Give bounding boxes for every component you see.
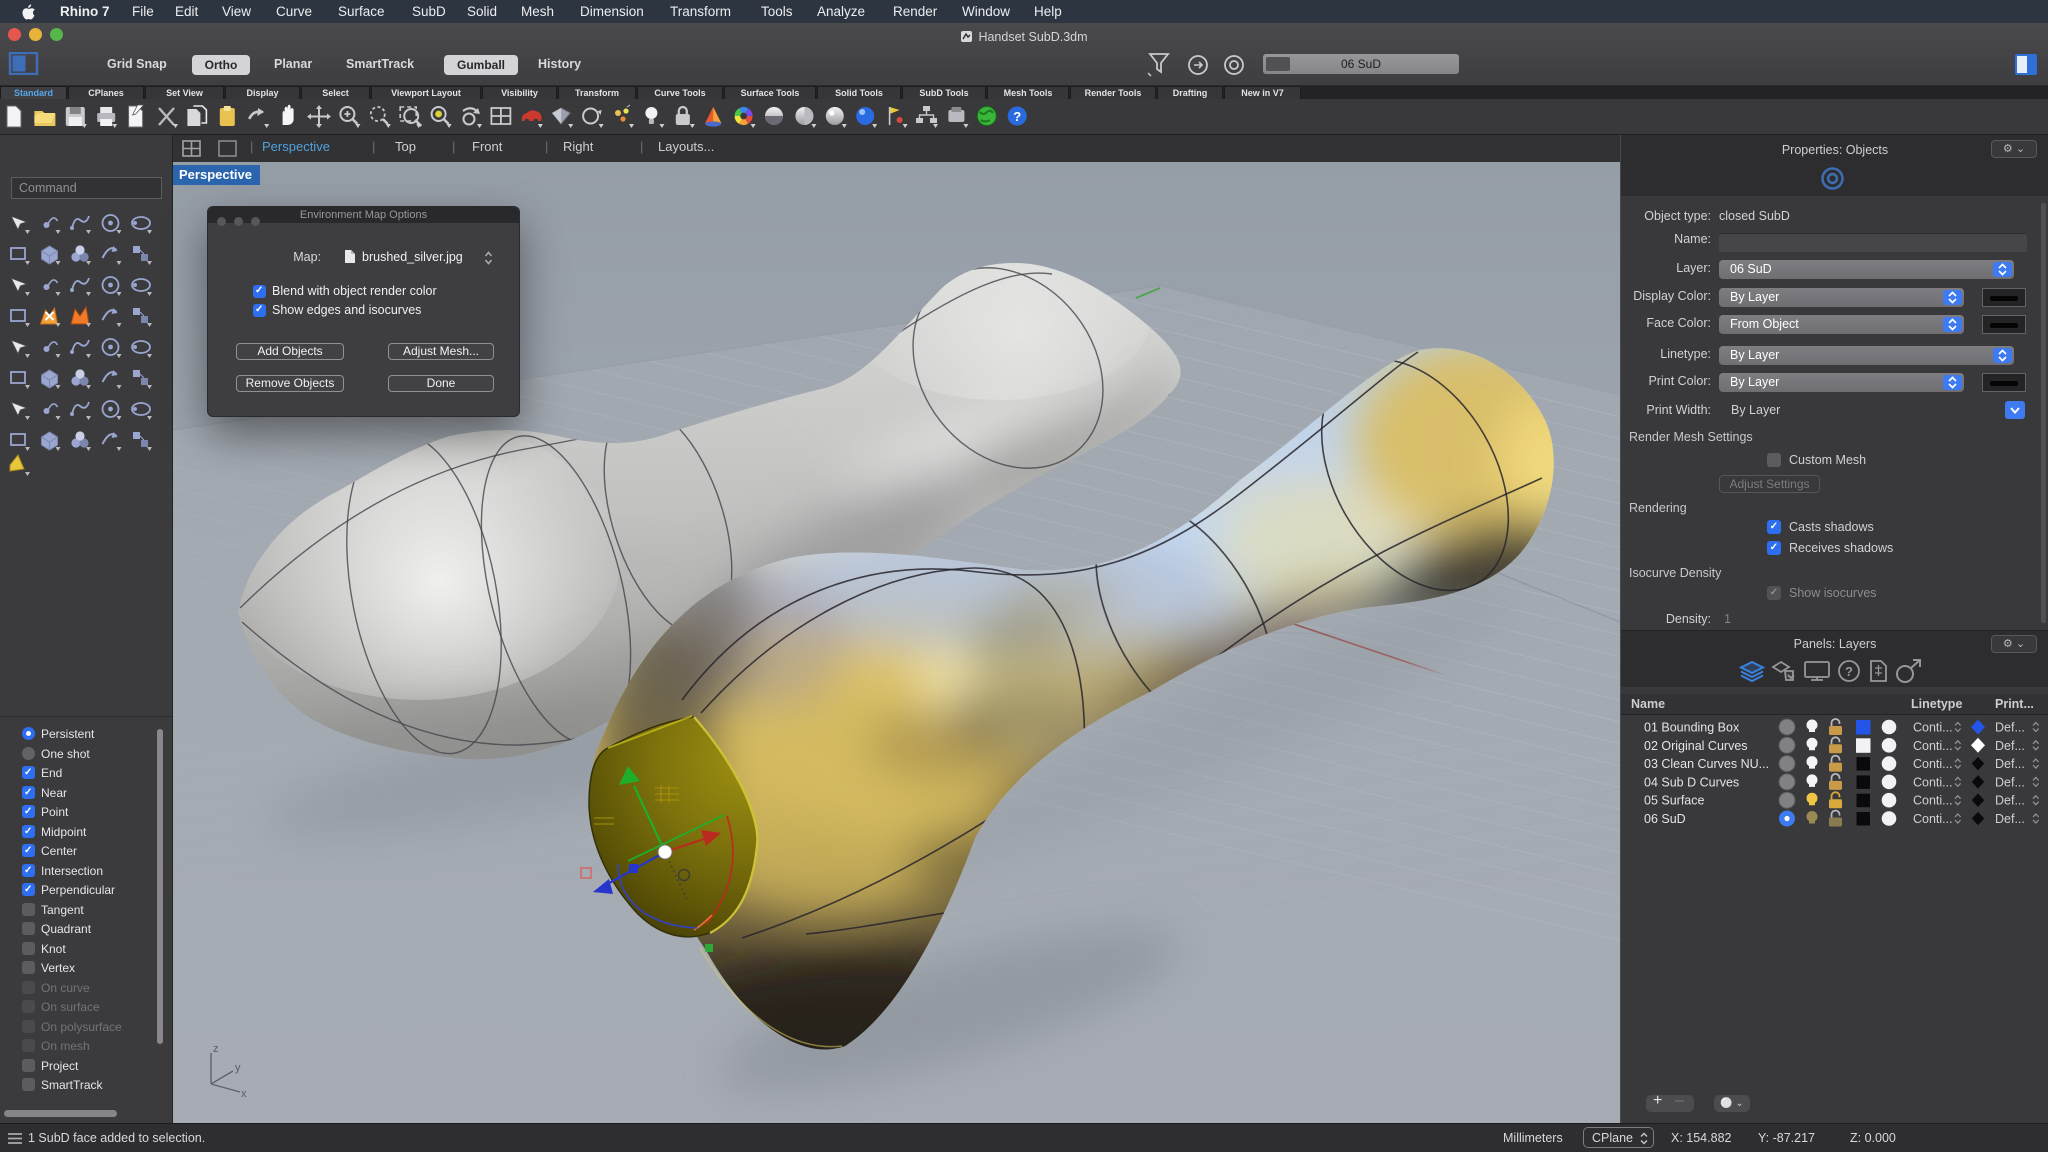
svg-text:05 Surface: 05 Surface [1644, 794, 1705, 808]
svg-text:04 Sub D Curves: 04 Sub D Curves [1644, 775, 1739, 789]
svg-text:Conti...: Conti... [1913, 794, 1953, 808]
svg-text:Conti...: Conti... [1913, 775, 1953, 789]
svg-text:Def...: Def... [1995, 721, 2025, 735]
svg-text:Def...: Def... [1995, 794, 2025, 808]
svg-text:01 Bounding Box: 01 Bounding Box [1644, 721, 1740, 735]
svg-text:Conti...: Conti... [1913, 721, 1953, 735]
svg-text:Conti...: Conti... [1913, 739, 1953, 753]
svg-text:Conti...: Conti... [1913, 812, 1953, 826]
svg-text:Def...: Def... [1995, 775, 2025, 789]
svg-text:?: ? [1845, 664, 1853, 679]
svg-text:Conti...: Conti... [1913, 757, 1953, 771]
svg-text:z: z [213, 1043, 219, 1055]
svg-text:06 SuD: 06 SuD [1644, 812, 1686, 826]
svg-text:02 Original Curves: 02 Original Curves [1644, 739, 1748, 753]
svg-text:Def...: Def... [1995, 812, 2025, 826]
svg-text:?: ? [1013, 109, 1021, 124]
svg-text:x: x [241, 1088, 247, 1100]
svg-text:Def...: Def... [1995, 757, 2025, 771]
svg-text:y: y [235, 1062, 241, 1074]
svg-text:03 Clean Curves NU...: 03 Clean Curves NU... [1644, 757, 1769, 771]
svg-text:Def...: Def... [1995, 739, 2025, 753]
